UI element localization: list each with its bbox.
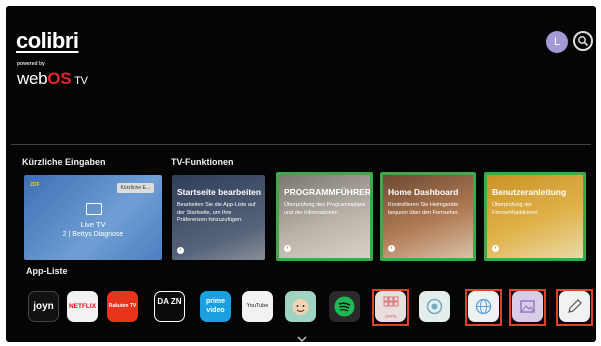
app-rakuten-tv[interactable]: Rakuten TV [107,291,138,322]
app-camera[interactable] [419,291,450,322]
card-title: Home Dashboard [388,187,459,197]
card-description: Kontrollieren Sie Heimgeräte bequem über… [388,202,459,216]
app-dazn[interactable]: DA ZN [154,291,185,322]
app-prime-video[interactable]: prime video [200,291,231,322]
arrow-right-icon: › [284,245,291,252]
app-joyn[interactable]: joyn [28,291,59,322]
app-kids[interactable] [285,291,316,322]
brand-logo: colibri [16,28,79,53]
webos-web: web [17,69,48,88]
tv-functions-title: TV-Funktionen [171,157,234,167]
recent-card-title: Live TV [80,220,106,229]
recent-input-card-live-tv[interactable]: ZDF Kürzliche E... Live TV 2 | Bettys Di… [24,175,162,260]
app-list-title: App-Liste [26,266,68,276]
app-spotify[interactable] [329,291,360,322]
kids-face-icon [292,299,309,315]
tv-icon [86,203,102,215]
search-icon [578,36,589,47]
webos-os: OS [47,69,72,88]
webos-logo: webOS TV [17,69,88,89]
tv-screen: colibri powered by webOS TV L Kürzliche E… [6,6,596,342]
camera-icon [426,298,443,315]
tv-function-card-program-guide[interactable]: PROGRAMMFÜHRER Überprüfung des Programmp… [276,172,373,261]
card-title: PROGRAMMFÜHRER [284,187,371,197]
recent-badge: Kürzliche E... [116,183,154,193]
divider [11,144,591,145]
webos-tv: TV [74,75,88,87]
card-description: Bearbeiten Sie die App-Liste auf der Sta… [177,202,256,224]
chevron-down-icon[interactable] [297,336,307,342]
channel-logo: ZDF [30,182,40,188]
powered-by-text: powered by [17,61,45,67]
highlight-box-gallery [509,289,546,326]
card-title: Startseite bearbeiten [177,187,262,197]
card-description: Überprüfung der Fernsehfunktionen [492,202,538,216]
spotify-icon [334,296,355,317]
highlight-box-apps [372,289,409,326]
recent-inputs-title: Kürzliche Eingaben [22,157,106,167]
search-button[interactable] [573,31,593,51]
card-title: Benutzeranleitung [492,187,567,197]
recent-card-subtitle: 2 | Bettys Diagnose [62,231,124,238]
highlight-box-browser [465,289,502,326]
arrow-right-icon: › [492,245,499,252]
highlight-box-edit [556,289,593,326]
app-netflix[interactable]: NETFLIX [67,291,98,322]
arrow-right-icon: › [388,245,395,252]
tv-function-card-home-dashboard[interactable]: Home Dashboard Kontrollieren Sie Heimger… [380,172,476,261]
card-description: Überprüfung des Programmplans und der In… [284,202,366,216]
arrow-right-icon: › [177,247,184,254]
app-youtube[interactable]: YouTube [242,291,273,322]
user-avatar-button[interactable]: L [546,31,568,53]
tv-function-card-user-guide[interactable]: Benutzeranleitung Überprüfung der Fernse… [484,172,586,261]
tv-function-card-edit-home[interactable]: Startseite bearbeiten Bearbeiten Sie die… [172,175,265,260]
